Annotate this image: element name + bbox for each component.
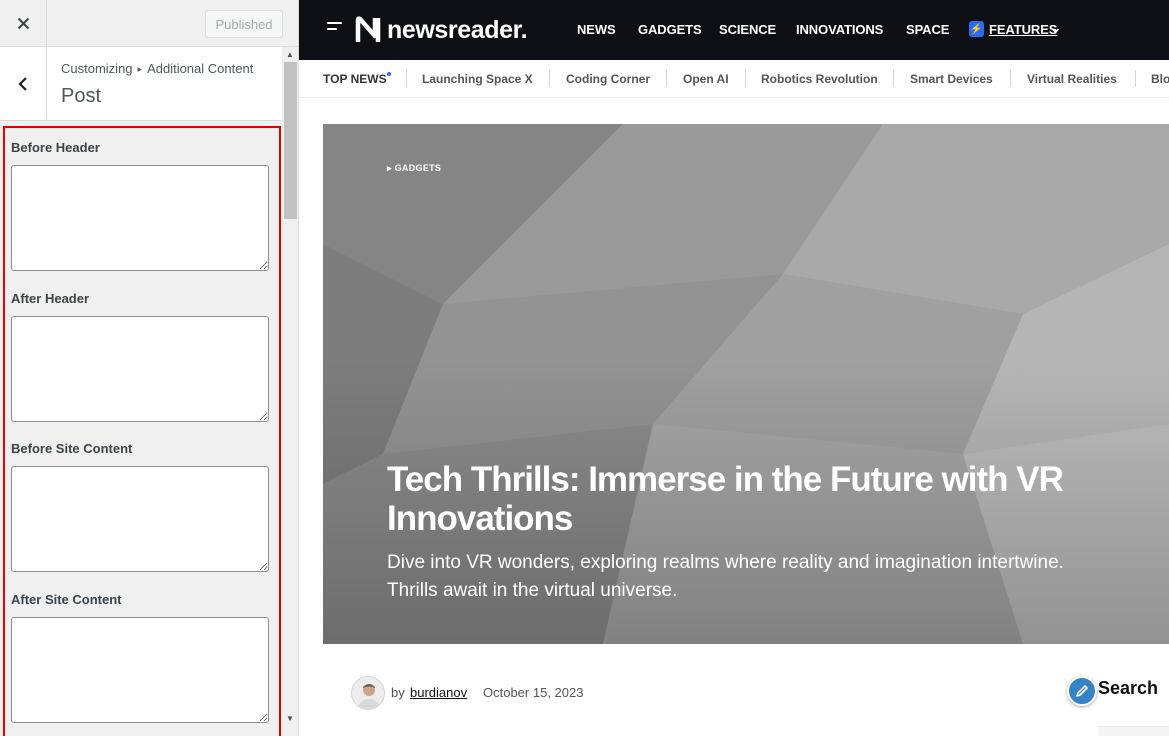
search-widget-title: Search (1098, 678, 1159, 698)
scroll-down-icon[interactable]: ▼ (286, 714, 294, 723)
top-news-item[interactable]: Coding Corner (566, 72, 650, 86)
site-logo[interactable]: newsreader. (355, 14, 528, 46)
byline-prefix: by (391, 685, 405, 700)
after-header-textarea[interactable] (11, 316, 269, 422)
hamburger-menu-icon[interactable] (327, 22, 342, 34)
after-site-content-textarea[interactable] (11, 617, 269, 723)
chevron-left-icon (18, 76, 27, 91)
top-news-item[interactable]: Open AI (683, 72, 729, 86)
site-header: newsreader. NEWS GADGETS SCIENCE INNOVAT… (299, 0, 1169, 60)
logo-text: newsreader. (387, 15, 528, 44)
article-subtitle: Dive into VR wonders, exploring realms w… (387, 552, 1064, 601)
field-after-site-content: After Site Content (11, 591, 269, 723)
divider (666, 70, 667, 87)
before-site-content-textarea[interactable] (11, 466, 269, 572)
breadcrumb: Customizing ▸ Additional Content (61, 61, 253, 76)
top-news-item[interactable]: Robotics Revolution (761, 72, 878, 86)
close-icon (17, 17, 29, 29)
breadcrumb-separator-icon: ▸ (137, 64, 143, 74)
nav-innovations[interactable]: INNOVATIONS (796, 22, 883, 37)
field-label: Before Site Content (11, 441, 133, 456)
field-before-site-content: Before Site Content (11, 440, 269, 572)
breadcrumb-root: Customizing (61, 61, 133, 76)
sidebar-scrollbar[interactable]: ▲ ▼ (282, 47, 298, 736)
panel-title: Post (61, 85, 102, 107)
breadcrumb-section: Additional Content (147, 61, 254, 76)
post-date: October 15, 2023 (483, 685, 584, 700)
top-news-item[interactable]: Smart Devices (910, 72, 993, 86)
site-preview: newsreader. NEWS GADGETS SCIENCE INNOVAT… (299, 0, 1169, 736)
close-customizer-button[interactable] (0, 0, 47, 46)
article-title[interactable]: Tech Thrills: Immerse in the Future with… (387, 460, 1087, 538)
panel-header: Customizing ▸ Additional Content Post (0, 47, 282, 121)
additional-content-fields: Before Header After Header Before Site C… (3, 126, 281, 736)
field-after-header: After Header (11, 290, 269, 422)
divider (1135, 70, 1136, 87)
field-label: Before Header (11, 140, 100, 155)
field-before-header: Before Header (11, 139, 269, 271)
divider (1010, 70, 1011, 87)
before-header-textarea[interactable] (11, 165, 269, 271)
top-news-bar: TOP NEWS Launching Space X Coding Corner… (299, 60, 1169, 98)
top-news-item[interactable]: Virtual Realities (1027, 72, 1117, 86)
person-icon (352, 677, 384, 709)
top-news-item[interactable]: Launching Space X (422, 72, 533, 86)
top-news-title: TOP NEWS (323, 72, 387, 86)
pencil-icon (1076, 685, 1088, 697)
top-news-item[interactable]: Blo (1151, 72, 1169, 86)
scroll-up-icon[interactable]: ▲ (286, 50, 294, 59)
nav-science[interactable]: SCIENCE (719, 22, 776, 37)
field-label: After Header (11, 291, 90, 306)
featured-article-hero[interactable]: ▸ GADGETS Tech Thrills: Immerse in the F… (323, 124, 1169, 644)
live-dot-icon (387, 72, 391, 76)
author-avatar[interactable] (351, 676, 385, 710)
divider (549, 70, 550, 87)
scrollbar-thumb[interactable] (284, 62, 297, 219)
edit-shortcut-button[interactable] (1067, 676, 1097, 706)
customizer-sidebar: Published Customizing ▸ Additional Content… (0, 0, 299, 736)
divider (406, 70, 407, 87)
published-button[interactable]: Published (205, 10, 283, 38)
divider (893, 70, 894, 87)
article-category[interactable]: ▸ GADGETS (387, 163, 441, 174)
lightning-bolt-icon: ⚡ (969, 21, 984, 37)
divider (745, 70, 746, 87)
logo-mark-icon (355, 16, 381, 42)
nav-features[interactable]: FEATURES (989, 22, 1057, 37)
nav-space[interactable]: SPACE (906, 22, 949, 37)
back-button[interactable] (0, 47, 47, 120)
nav-gadgets[interactable]: GADGETS (638, 22, 702, 37)
customizer-header: Published (0, 0, 298, 47)
author-link[interactable]: burdianov (410, 685, 467, 700)
field-label: After Site Content (11, 592, 122, 607)
nav-news[interactable]: NEWS (577, 22, 616, 37)
chevron-down-icon[interactable] (1051, 26, 1060, 35)
search-input[interactable] (1098, 726, 1169, 736)
